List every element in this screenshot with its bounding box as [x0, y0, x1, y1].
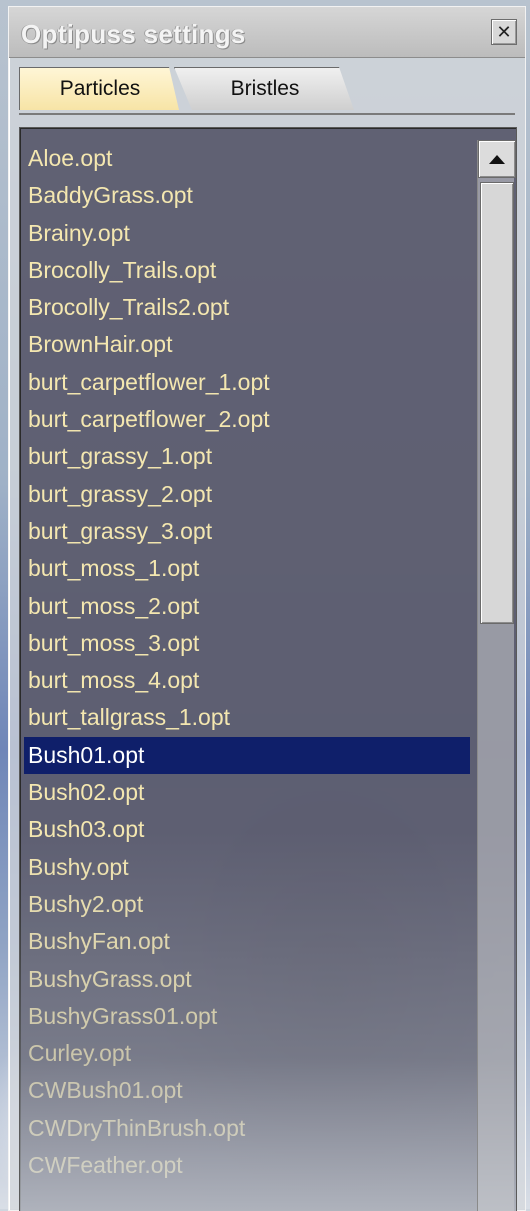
tab-bar: Particles Bristles [19, 67, 515, 113]
list-item[interactable]: burt_moss_2.opt [24, 588, 470, 625]
list-item[interactable]: burt_grassy_3.opt [24, 513, 470, 550]
list-item[interactable]: BrownHair.opt [24, 326, 470, 363]
list-item[interactable]: Brocolly_Trails.opt [24, 252, 470, 289]
list-item[interactable]: Brocolly_Trails2.opt [24, 289, 470, 326]
close-icon: ✕ [496, 21, 512, 42]
list-item[interactable]: burt_moss_1.opt [24, 550, 470, 587]
settings-window: Optipuss settings ✕ Particles Bristles A… [8, 6, 526, 1211]
list-item[interactable]: burt_grassy_2.opt [24, 476, 470, 513]
scroll-thumb[interactable] [480, 182, 514, 624]
list-item[interactable]: Bushy2.opt [24, 886, 470, 923]
title-bar[interactable]: Optipuss settings ✕ [9, 7, 525, 58]
list-item[interactable]: CWBush01.opt [24, 1072, 470, 1109]
tab-divider [19, 113, 515, 115]
list-item[interactable]: CWDryThinBrush.opt [24, 1110, 470, 1147]
close-button[interactable]: ✕ [491, 19, 517, 45]
list-item[interactable]: burt_moss_3.opt [24, 625, 470, 662]
tab-bristles[interactable]: Bristles [174, 67, 354, 110]
vertical-scrollbar[interactable] [477, 140, 516, 1211]
list-item[interactable]: burt_grassy_1.opt [24, 438, 470, 475]
list-item[interactable]: BaddyGrass.opt [24, 177, 470, 214]
list-item[interactable]: burt_moss_4.opt [24, 662, 470, 699]
file-list[interactable]: Aloe.opt BaddyGrass.opt Brainy.opt Brocolly… [19, 127, 517, 1211]
list-item[interactable]: Aloe.opt [24, 140, 470, 177]
list-item[interactable]: Brainy.opt [24, 215, 470, 252]
file-list-items: Aloe.opt BaddyGrass.opt Brainy.opt Brocolly… [24, 140, 470, 1184]
list-item[interactable]: BushyFan.opt [24, 923, 470, 960]
arrow-up-icon [489, 154, 505, 164]
list-item[interactable]: Bushy.opt [24, 849, 470, 886]
window-title: Optipuss settings [21, 19, 246, 49]
list-item[interactable]: CWFeather.opt [24, 1147, 470, 1184]
list-item[interactable]: Bush01.opt [24, 736, 470, 775]
list-item[interactable]: BushyGrass.opt [24, 961, 470, 998]
list-item[interactable]: burt_carpetflower_1.opt [24, 364, 470, 401]
list-item[interactable]: Bush02.opt [24, 774, 470, 811]
scroll-up-button[interactable] [478, 140, 516, 178]
list-item[interactable]: Bush03.opt [24, 811, 470, 848]
list-item[interactable]: burt_carpetflower_2.opt [24, 401, 470, 438]
tab-particles[interactable]: Particles [19, 67, 179, 110]
list-item[interactable]: BushyGrass01.opt [24, 998, 470, 1035]
list-item[interactable]: burt_tallgrass_1.opt [24, 699, 470, 736]
list-item[interactable]: Curley.opt [24, 1035, 470, 1072]
